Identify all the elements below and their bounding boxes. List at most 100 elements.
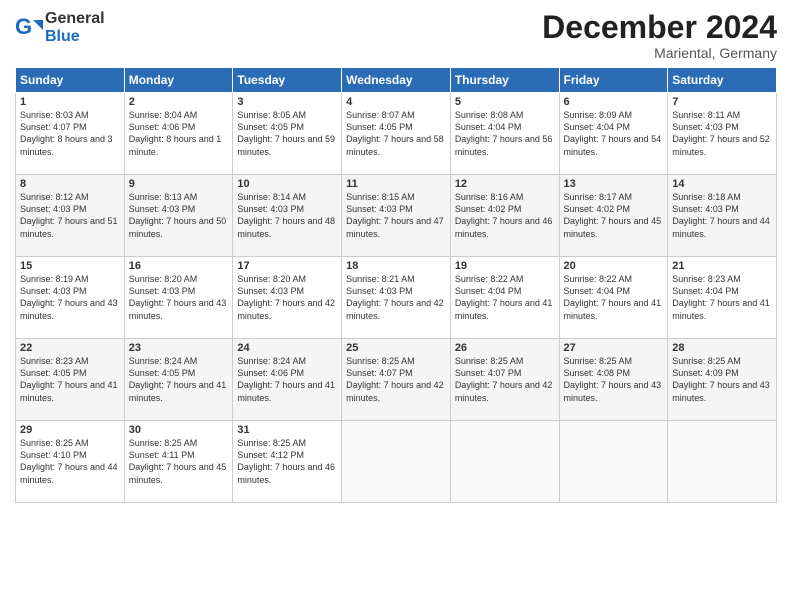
- day-info: Sunrise: 8:11 AMSunset: 4:03 PMDaylight:…: [672, 109, 772, 158]
- month-title: December 2024: [542, 10, 777, 45]
- day-info: Sunrise: 8:23 AMSunset: 4:04 PMDaylight:…: [672, 273, 772, 322]
- day-cell-22: 22Sunrise: 8:23 AMSunset: 4:05 PMDayligh…: [16, 339, 125, 421]
- day-info: Sunrise: 8:22 AMSunset: 4:04 PMDaylight:…: [564, 273, 664, 322]
- day-number: 12: [455, 178, 555, 190]
- day-cell-28: 28Sunrise: 8:25 AMSunset: 4:09 PMDayligh…: [668, 339, 777, 421]
- day-cell-6: 6Sunrise: 8:09 AMSunset: 4:04 PMDaylight…: [559, 93, 668, 175]
- day-number: 6: [564, 96, 664, 108]
- day-cell-27: 27Sunrise: 8:25 AMSunset: 4:08 PMDayligh…: [559, 339, 668, 421]
- day-cell-17: 17Sunrise: 8:20 AMSunset: 4:03 PMDayligh…: [233, 257, 342, 339]
- day-number: 1: [20, 96, 120, 108]
- day-info: Sunrise: 8:25 AMSunset: 4:09 PMDaylight:…: [672, 355, 772, 404]
- day-cell-16: 16Sunrise: 8:20 AMSunset: 4:03 PMDayligh…: [124, 257, 233, 339]
- day-info: Sunrise: 8:25 AMSunset: 4:07 PMDaylight:…: [455, 355, 555, 404]
- day-info: Sunrise: 8:25 AMSunset: 4:10 PMDaylight:…: [20, 437, 120, 486]
- logo-blue: Blue: [45, 28, 105, 46]
- empty-cell: [342, 421, 451, 503]
- day-info: Sunrise: 8:25 AMSunset: 4:08 PMDaylight:…: [564, 355, 664, 404]
- col-header-friday: Friday: [559, 68, 668, 93]
- day-number: 8: [20, 178, 120, 190]
- day-number: 13: [564, 178, 664, 190]
- day-number: 23: [129, 342, 229, 354]
- day-cell-2: 2Sunrise: 8:04 AMSunset: 4:06 PMDaylight…: [124, 93, 233, 175]
- day-number: 2: [129, 96, 229, 108]
- day-cell-25: 25Sunrise: 8:25 AMSunset: 4:07 PMDayligh…: [342, 339, 451, 421]
- day-cell-19: 19Sunrise: 8:22 AMSunset: 4:04 PMDayligh…: [450, 257, 559, 339]
- location: Mariental, Germany: [542, 45, 777, 61]
- day-number: 22: [20, 342, 120, 354]
- day-number: 20: [564, 260, 664, 272]
- day-number: 9: [129, 178, 229, 190]
- day-info: Sunrise: 8:18 AMSunset: 4:03 PMDaylight:…: [672, 191, 772, 240]
- day-cell-29: 29Sunrise: 8:25 AMSunset: 4:10 PMDayligh…: [16, 421, 125, 503]
- day-number: 5: [455, 96, 555, 108]
- day-cell-18: 18Sunrise: 8:21 AMSunset: 4:03 PMDayligh…: [342, 257, 451, 339]
- day-cell-10: 10Sunrise: 8:14 AMSunset: 4:03 PMDayligh…: [233, 175, 342, 257]
- day-info: Sunrise: 8:13 AMSunset: 4:03 PMDaylight:…: [129, 191, 229, 240]
- day-number: 7: [672, 96, 772, 108]
- day-cell-1: 1Sunrise: 8:03 AMSunset: 4:07 PMDaylight…: [16, 93, 125, 175]
- day-cell-20: 20Sunrise: 8:22 AMSunset: 4:04 PMDayligh…: [559, 257, 668, 339]
- day-cell-30: 30Sunrise: 8:25 AMSunset: 4:11 PMDayligh…: [124, 421, 233, 503]
- day-info: Sunrise: 8:08 AMSunset: 4:04 PMDaylight:…: [455, 109, 555, 158]
- col-header-monday: Monday: [124, 68, 233, 93]
- day-info: Sunrise: 8:07 AMSunset: 4:05 PMDaylight:…: [346, 109, 446, 158]
- day-number: 18: [346, 260, 446, 272]
- day-info: Sunrise: 8:25 AMSunset: 4:11 PMDaylight:…: [129, 437, 229, 486]
- day-number: 17: [237, 260, 337, 272]
- svg-text:G: G: [15, 14, 32, 39]
- day-cell-24: 24Sunrise: 8:24 AMSunset: 4:06 PMDayligh…: [233, 339, 342, 421]
- day-number: 25: [346, 342, 446, 354]
- day-info: Sunrise: 8:14 AMSunset: 4:03 PMDaylight:…: [237, 191, 337, 240]
- day-cell-8: 8Sunrise: 8:12 AMSunset: 4:03 PMDaylight…: [16, 175, 125, 257]
- day-number: 27: [564, 342, 664, 354]
- day-info: Sunrise: 8:21 AMSunset: 4:03 PMDaylight:…: [346, 273, 446, 322]
- day-info: Sunrise: 8:12 AMSunset: 4:03 PMDaylight:…: [20, 191, 120, 240]
- day-cell-15: 15Sunrise: 8:19 AMSunset: 4:03 PMDayligh…: [16, 257, 125, 339]
- day-info: Sunrise: 8:09 AMSunset: 4:04 PMDaylight:…: [564, 109, 664, 158]
- day-cell-14: 14Sunrise: 8:18 AMSunset: 4:03 PMDayligh…: [668, 175, 777, 257]
- day-number: 19: [455, 260, 555, 272]
- day-cell-23: 23Sunrise: 8:24 AMSunset: 4:05 PMDayligh…: [124, 339, 233, 421]
- col-header-sunday: Sunday: [16, 68, 125, 93]
- logo: G General Blue: [15, 10, 105, 45]
- empty-cell: [450, 421, 559, 503]
- day-info: Sunrise: 8:05 AMSunset: 4:05 PMDaylight:…: [237, 109, 337, 158]
- day-number: 4: [346, 96, 446, 108]
- day-number: 30: [129, 424, 229, 436]
- col-header-saturday: Saturday: [668, 68, 777, 93]
- day-info: Sunrise: 8:20 AMSunset: 4:03 PMDaylight:…: [237, 273, 337, 322]
- day-info: Sunrise: 8:22 AMSunset: 4:04 PMDaylight:…: [455, 273, 555, 322]
- day-info: Sunrise: 8:04 AMSunset: 4:06 PMDaylight:…: [129, 109, 229, 158]
- day-info: Sunrise: 8:23 AMSunset: 4:05 PMDaylight:…: [20, 355, 120, 404]
- day-cell-3: 3Sunrise: 8:05 AMSunset: 4:05 PMDaylight…: [233, 93, 342, 175]
- empty-cell: [559, 421, 668, 503]
- col-header-tuesday: Tuesday: [233, 68, 342, 93]
- empty-cell: [668, 421, 777, 503]
- day-number: 24: [237, 342, 337, 354]
- day-cell-13: 13Sunrise: 8:17 AMSunset: 4:02 PMDayligh…: [559, 175, 668, 257]
- calendar-table: SundayMondayTuesdayWednesdayThursdayFrid…: [15, 67, 777, 503]
- day-cell-9: 9Sunrise: 8:13 AMSunset: 4:03 PMDaylight…: [124, 175, 233, 257]
- day-info: Sunrise: 8:16 AMSunset: 4:02 PMDaylight:…: [455, 191, 555, 240]
- day-cell-26: 26Sunrise: 8:25 AMSunset: 4:07 PMDayligh…: [450, 339, 559, 421]
- col-header-wednesday: Wednesday: [342, 68, 451, 93]
- day-info: Sunrise: 8:15 AMSunset: 4:03 PMDaylight:…: [346, 191, 446, 240]
- page-header: G General Blue December 2024 Mariental, …: [15, 10, 777, 61]
- logo-icon: G: [15, 14, 43, 42]
- day-info: Sunrise: 8:20 AMSunset: 4:03 PMDaylight:…: [129, 273, 229, 322]
- day-info: Sunrise: 8:25 AMSunset: 4:07 PMDaylight:…: [346, 355, 446, 404]
- day-number: 21: [672, 260, 772, 272]
- day-number: 15: [20, 260, 120, 272]
- day-number: 29: [20, 424, 120, 436]
- day-info: Sunrise: 8:17 AMSunset: 4:02 PMDaylight:…: [564, 191, 664, 240]
- day-cell-4: 4Sunrise: 8:07 AMSunset: 4:05 PMDaylight…: [342, 93, 451, 175]
- day-number: 11: [346, 178, 446, 190]
- day-number: 16: [129, 260, 229, 272]
- day-info: Sunrise: 8:03 AMSunset: 4:07 PMDaylight:…: [20, 109, 120, 158]
- day-cell-31: 31Sunrise: 8:25 AMSunset: 4:12 PMDayligh…: [233, 421, 342, 503]
- day-info: Sunrise: 8:19 AMSunset: 4:03 PMDaylight:…: [20, 273, 120, 322]
- day-number: 31: [237, 424, 337, 436]
- day-cell-12: 12Sunrise: 8:16 AMSunset: 4:02 PMDayligh…: [450, 175, 559, 257]
- day-number: 28: [672, 342, 772, 354]
